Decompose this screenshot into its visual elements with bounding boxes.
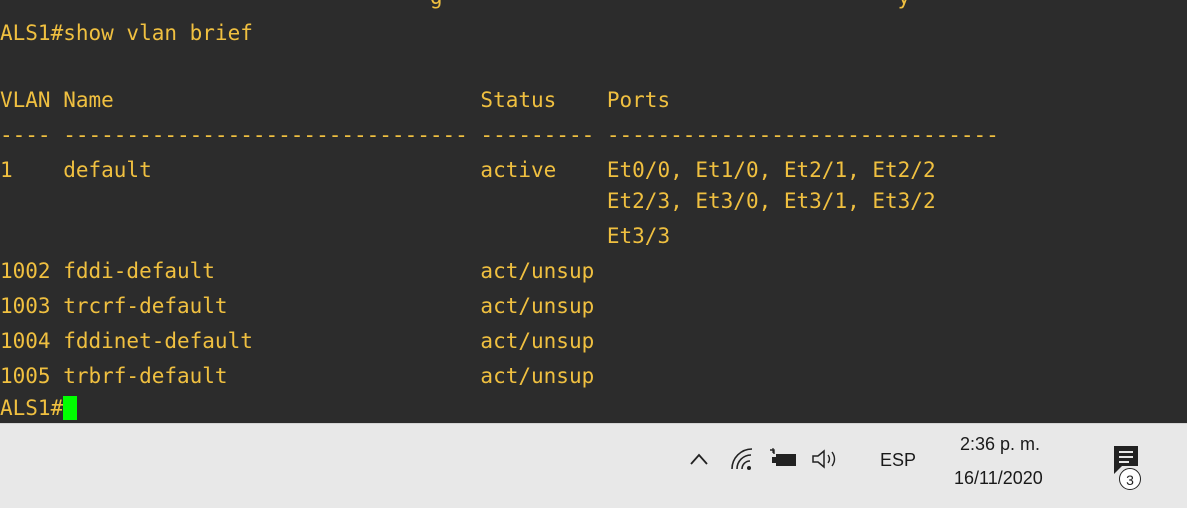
terminal-prompt-line[interactable]: ALS1# bbox=[0, 393, 78, 423]
terminal-command-line: ALS1#show vlan brief bbox=[0, 21, 253, 45]
battery-icon[interactable] bbox=[766, 444, 800, 474]
table-row: 1003 trcrf-default act/unsup bbox=[0, 294, 595, 318]
screen: g y ALS1#show vlan brief VLAN Name Statu… bbox=[0, 0, 1187, 508]
table-row: 1 default active Et0/0, Et1/0, Et2/1, Et… bbox=[0, 158, 936, 182]
table-row: Et3/3 bbox=[0, 224, 671, 248]
taskbar: ESP 2:36 p. m. 16/11/2020 3 bbox=[0, 423, 1187, 508]
table-row: 1005 trbrf-default act/unsup bbox=[0, 364, 595, 388]
table-separator: ---- -------------------------------- --… bbox=[0, 123, 999, 147]
chevron-up-icon[interactable] bbox=[686, 444, 712, 474]
clock-time[interactable]: 2:36 p. m. bbox=[960, 434, 1040, 455]
table-row: 1002 fddi-default act/unsup bbox=[0, 259, 595, 283]
text-cursor bbox=[63, 396, 78, 420]
terminal-window[interactable]: g y ALS1#show vlan brief VLAN Name Statu… bbox=[0, 0, 1187, 423]
terminal-scrolled-text: g y bbox=[0, 0, 910, 12]
wifi-icon[interactable] bbox=[727, 444, 757, 474]
language-indicator[interactable]: ESP bbox=[880, 450, 916, 471]
table-row: 1004 fddinet-default act/unsup bbox=[0, 329, 595, 353]
terminal-prompt: ALS1# bbox=[0, 396, 64, 420]
table-row: Et2/3, Et3/0, Et3/1, Et3/2 bbox=[0, 189, 936, 213]
notification-count-badge: 3 bbox=[1119, 468, 1141, 490]
table-header: VLAN Name Status Ports bbox=[0, 88, 671, 112]
clock-date[interactable]: 16/11/2020 bbox=[954, 468, 1043, 489]
speaker-icon[interactable] bbox=[808, 444, 844, 474]
